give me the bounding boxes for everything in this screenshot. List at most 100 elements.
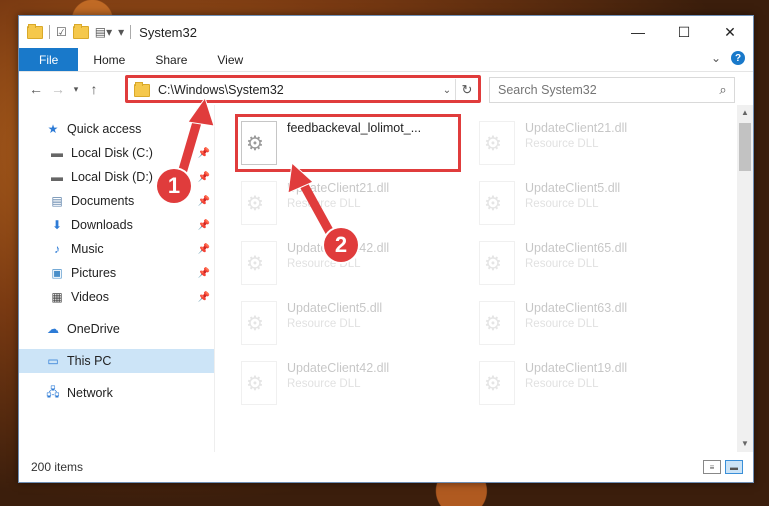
file-name: UpdateClient21.dll [525,121,628,135]
file-type: Resource DLL [525,198,599,210]
up-arrow-icon[interactable]: ↑ [83,81,105,97]
download-icon: ⬇ [51,218,63,232]
scroll-thumb[interactable] [739,123,751,171]
sidebar-item-onedrive[interactable]: ☁ OneDrive [19,317,214,341]
file-text: UpdateClient5.dll Resource DLL [525,177,620,210]
expand-ribbon-icon[interactable]: ⌄ [711,51,721,65]
quick-access-toolbar: ☑ ▤▾ ▾ [19,23,132,39]
main-area: ★ Quick access ▬ Local Disk (C:) 📌 ▬ Loc… [19,105,753,452]
file-type: Resource DLL [525,318,599,330]
customize-toolbar-icon[interactable]: ▤▾ [95,25,112,39]
details-view-icon[interactable]: ≡ [703,460,721,474]
sidebar-item-quick-access[interactable]: ★ Quick access [19,117,214,141]
forward-arrow-icon[interactable]: → [47,81,69,97]
file-text: UpdateClient5.dll Resource DLL [287,297,382,330]
pin-icon: 📌 [197,147,210,159]
drive-icon: ▬ [51,170,63,184]
sidebar-item-label: Music [71,242,104,256]
file-text: UpdateClient21.dll Resource DLL [525,117,627,150]
toolbar-dropdown-icon[interactable]: ▾ [118,25,124,39]
search-icon[interactable]: ⌕ [712,82,734,98]
dll-file-icon [241,241,277,285]
file-tile[interactable]: UpdateClient65.dll Resource DLL [479,237,709,293]
cloud-icon: ☁ [47,322,59,336]
file-text: UpdateClient21.dll Resource DLL [287,177,389,210]
sidebar-item-network[interactable]: 🖧 Network [19,381,214,405]
properties-icon[interactable]: ☑ [56,25,67,39]
sidebar-item-label: Quick access [67,122,142,136]
tab-home[interactable]: Home [78,48,140,71]
sidebar-item-label: Documents [71,194,135,208]
divider [130,25,132,39]
file-type: Resource DLL [287,318,361,330]
sidebar-item-label: Network [67,386,113,400]
file-name: UpdateClient65.dll [525,241,628,255]
status-bar: 200 items ≡ ▬ [19,452,753,482]
help-icon[interactable]: ? [731,51,745,65]
sidebar-item-music[interactable]: ♪ Music 📌 [19,237,214,261]
file-text: UpdateClient19.dll Resource DLL [525,357,627,390]
sidebar-item-label: Local Disk (D:) [71,170,153,184]
folder-icon [27,23,43,39]
file-text: UpdateClient42.dll Resource DLL [287,357,389,390]
back-arrow-icon[interactable]: ← [25,81,47,97]
maximize-button[interactable]: ☐ [661,16,707,48]
minimize-button[interactable]: — [615,16,661,48]
tab-view[interactable]: View [202,48,258,71]
sidebar-item-label: OneDrive [67,322,120,336]
vertical-scrollbar[interactable]: ▲ ▼ [737,105,753,452]
pin-icon: 📌 [197,267,210,279]
sidebar-item-downloads[interactable]: ⬇ Downloads 📌 [19,213,214,237]
file-type: Resource DLL [287,378,361,390]
sidebar-item-label: Pictures [71,266,117,280]
ribbon-right: ⌄ ? [711,51,745,65]
explorer-window: ☑ ▤▾ ▾ System32 — ☐ ✕ File Home Share Vi… [18,15,754,483]
sidebar-item-videos[interactable]: ▦ Videos 📌 [19,285,214,309]
scroll-down-icon[interactable]: ▼ [737,436,753,452]
pin-icon: 📌 [197,219,210,231]
file-type: Resource DLL [525,258,599,270]
star-icon: ★ [47,122,59,136]
file-name: UpdateClient19.dll [525,361,628,375]
step-badge-1: 1 [157,169,191,203]
step-badge-2: 2 [324,228,358,262]
navigation-pane: ★ Quick access ▬ Local Disk (C:) 📌 ▬ Loc… [19,105,215,452]
sidebar-item-pictures[interactable]: ▣ Pictures 📌 [19,261,214,285]
tab-file[interactable]: File [19,48,79,71]
pictures-icon: ▣ [51,266,63,280]
pin-icon: 📌 [197,171,210,183]
file-tile[interactable]: UpdateClient21.dll Resource DLL [241,177,471,233]
window-controls: — ☐ ✕ [615,16,753,48]
new-folder-icon[interactable] [72,23,89,39]
file-type: Resource DLL [287,198,361,210]
sidebar-item-this-pc[interactable]: ▭ This PC [19,349,214,373]
dll-file-icon [479,121,515,165]
file-tile[interactable]: UpdateClient21.dll Resource DLL [479,117,709,173]
file-tile[interactable]: UpdateClient63.dll Resource DLL [479,297,709,353]
close-button[interactable]: ✕ [707,16,753,48]
dll-file-icon [479,181,515,225]
file-tile[interactable]: UpdateClient5.dll Resource DLL [241,297,471,353]
network-icon: 🖧 [46,384,60,399]
recent-locations-icon[interactable]: ▾ [69,84,83,95]
dll-file-icon [479,361,515,405]
pin-icon: 📌 [197,195,210,207]
large-icons-view-icon[interactable]: ▬ [725,460,743,474]
title-bar: ☑ ▤▾ ▾ System32 — ☐ ✕ [19,16,753,48]
file-name: UpdateClient5.dll [287,301,383,315]
file-tile[interactable]: UpdateClient19.dll Resource DLL [479,357,709,413]
sidebar-item-label: This PC [67,354,112,368]
sidebar-item-label: Local Disk (C:) [71,146,153,160]
ribbon-tabs: File Home Share View ⌄ ? [19,48,753,72]
search-box[interactable]: ⌕ [489,77,735,103]
file-tile[interactable]: UpdateClient5.dll Resource DLL [479,177,709,233]
tab-share[interactable]: Share [140,48,202,71]
pin-icon: 📌 [197,243,210,255]
address-bar-highlight [125,75,481,103]
file-tile[interactable]: UpdateClient42.dll Resource DLL [241,357,471,413]
sidebar-item-local-disk-c[interactable]: ▬ Local Disk (C:) 📌 [19,141,214,165]
search-input[interactable] [490,82,712,98]
video-icon: ▦ [51,290,63,304]
file-name: UpdateClient21.dll [287,181,390,195]
scroll-up-icon[interactable]: ▲ [737,105,753,121]
